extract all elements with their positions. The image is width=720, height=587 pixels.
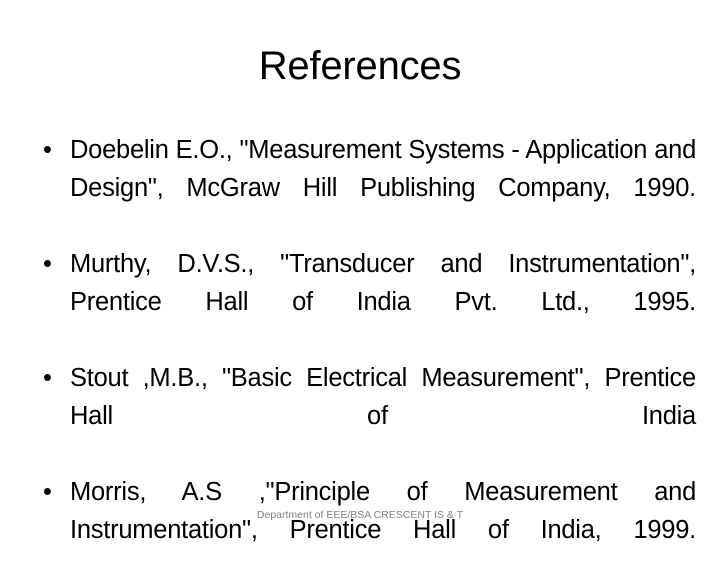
- bullet-dot-icon: •: [43, 136, 52, 164]
- list-item: • Murthy, D.V.S., "Transducer and Instru…: [24, 245, 696, 359]
- slide-footer: Department of EEE/BSA CRESCENT IS & T: [256, 509, 464, 521]
- list-item: • Morris, A.S ,"Principle of Measurement…: [24, 473, 696, 587]
- reference-text: Doebelin E.O., "Measurement Systems - Ap…: [70, 136, 696, 202]
- reference-text: Stout ,M.B., "Basic Electrical Measureme…: [70, 364, 696, 430]
- list-item: • Doebelin E.O., "Measurement Systems - …: [24, 131, 696, 245]
- reference-text: Morris, A.S ,"Principle of Measurement a…: [70, 478, 696, 544]
- page-title: References: [258, 44, 462, 88]
- slide-canvas: References • Doebelin E.O., "Measurement…: [0, 0, 720, 544]
- bullet-dot-icon: •: [43, 364, 52, 392]
- bullet-dot-icon: •: [43, 478, 52, 506]
- reference-text: Murthy, D.V.S., "Transducer and Instrume…: [70, 250, 696, 316]
- bullet-dot-icon: •: [43, 250, 52, 278]
- list-item: • Stout ,M.B., "Basic Electrical Measure…: [24, 359, 696, 473]
